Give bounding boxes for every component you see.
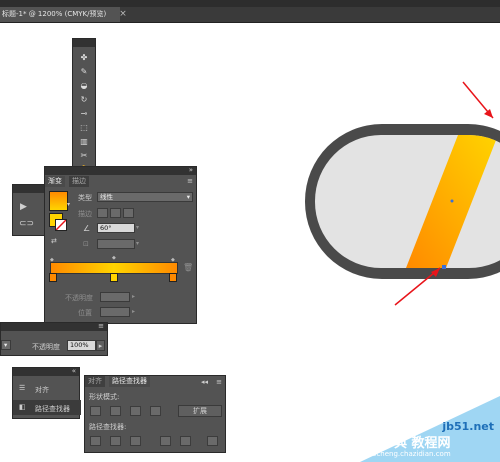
selection-handle[interactable]	[442, 265, 446, 269]
side-mini-panel-header[interactable]	[13, 185, 45, 193]
watermark: jb51.net 查字典 教程网 jiaocheng.chazidian.com	[360, 388, 500, 462]
delete-stop-icon[interactable]: 🗑	[183, 263, 193, 272]
chevron-down-icon: ▾	[186, 193, 190, 201]
type-label: 类型	[78, 194, 92, 202]
tab-align[interactable]: 对齐	[85, 376, 105, 387]
pathfinder-label: 路径查找器	[35, 405, 70, 413]
stroke-weight-dropdown[interactable]: ▾	[1, 340, 11, 350]
tab-pathfinder[interactable]: 路径查找器	[109, 376, 150, 387]
panel-menu-icon[interactable]: ≡	[98, 322, 104, 330]
outline-icon[interactable]	[180, 436, 191, 446]
opacity-input[interactable]	[100, 292, 130, 302]
opacity-input[interactable]: 100%	[67, 340, 96, 351]
control-bar-panel: ≡ ▾ 不透明度 100% ▸	[0, 322, 108, 356]
canvas-artwork	[305, 81, 500, 306]
play-icon[interactable]: ▶	[20, 202, 27, 212]
collapsed-panels: « ☰ 对齐 ◧ 路径查找器	[12, 367, 81, 419]
gradient-panel: » 渐变 描边 ≡ ▾ ⇄ 类型 线性 ▾ 描边 ∠ 60° ▾ ⊡ ▾ ◆ ◆…	[44, 166, 197, 324]
opacity-dropdown-icon[interactable]: ▸	[132, 293, 135, 300]
aspect-ratio-icon: ⊡	[83, 240, 89, 248]
trim-icon[interactable]	[110, 436, 121, 446]
slice-icon[interactable]: ✂	[78, 151, 90, 161]
crop-icon[interactable]	[160, 436, 171, 446]
location-label: 位置	[78, 309, 92, 317]
swatch-dropdown-icon[interactable]: ▾	[67, 201, 70, 208]
stroke-swatch[interactable]	[55, 219, 67, 231]
gradient-panel-header[interactable]: »	[45, 166, 196, 175]
location-dropdown-icon[interactable]: ▸	[132, 308, 135, 315]
expand-button[interactable]: 扩展	[178, 405, 222, 417]
expand-panels-icon[interactable]: «	[72, 367, 76, 375]
stroke-within-icon[interactable]	[97, 208, 108, 218]
stroke-label: 描边	[78, 210, 92, 218]
intersect-icon[interactable]	[130, 406, 141, 416]
type-select[interactable]: 线性 ▾	[97, 192, 193, 202]
link-icon[interactable]: ⊂⊃	[19, 219, 34, 229]
angle-icon: ∠	[83, 224, 91, 233]
color-stop-left[interactable]	[49, 273, 57, 282]
chart-icon[interactable]: ▥	[78, 137, 90, 147]
control-bar-header[interactable]: ≡	[1, 322, 107, 331]
tools-panel: ✤✎◒↻⊸⬚▥✂✋	[72, 38, 96, 178]
opacity-label: 不透明度	[32, 343, 60, 351]
tools-panel-header[interactable]	[73, 39, 95, 47]
close-tab-button[interactable]: ×	[118, 8, 128, 20]
pathfinders-label: 路径查找器:	[89, 423, 127, 431]
rotate-icon[interactable]: ↻	[78, 95, 90, 105]
collapse-icon[interactable]: ◂◂	[201, 378, 208, 386]
free-transform-icon[interactable]: ⬚	[78, 123, 90, 133]
stroke-across-icon[interactable]	[123, 208, 134, 218]
merge-icon[interactable]	[130, 436, 141, 446]
watermark-url: jiaocheng.chazidian.com	[364, 450, 451, 458]
align-label: 对齐	[35, 386, 49, 394]
no-stroke-icon	[55, 219, 67, 231]
panel-menu-icon[interactable]: ≡	[187, 177, 193, 185]
reverse-gradient-icon[interactable]: ⇄	[51, 237, 57, 245]
minus-back-icon[interactable]	[207, 436, 218, 446]
menu-bar	[0, 0, 500, 7]
collapse-icon[interactable]: »	[189, 166, 193, 174]
angle-dropdown-icon[interactable]: ▾	[136, 224, 139, 231]
align-panel-button[interactable]: ☰ 对齐	[13, 381, 81, 396]
angle-input[interactable]: 60°	[97, 223, 135, 233]
pathfinder-panel-button[interactable]: ◧ 路径查找器	[13, 400, 81, 415]
width-icon[interactable]: ⊸	[78, 109, 90, 119]
opacity-label: 不透明度	[65, 294, 93, 302]
shape-modes-label: 形状模式:	[89, 393, 120, 401]
panel-menu-icon[interactable]: ≡	[216, 378, 222, 386]
brush-icon[interactable]: ✎	[78, 67, 90, 77]
opacity-dropdown-button[interactable]: ▸	[96, 340, 105, 351]
collapsed-panels-header[interactable]: «	[13, 367, 79, 376]
pathfinder-icon: ◧	[19, 403, 26, 411]
color-stop-middle[interactable]	[110, 273, 118, 282]
type-value: 线性	[100, 193, 113, 201]
anchor-point[interactable]	[450, 199, 454, 203]
stroke-along-icon[interactable]	[110, 208, 121, 218]
unite-icon[interactable]	[90, 406, 101, 416]
puppet-warp-icon[interactable]: ✤	[78, 53, 90, 63]
align-icon: ☰	[19, 384, 26, 392]
aspect-ratio-input[interactable]	[97, 239, 135, 249]
gradient-swatch[interactable]	[49, 191, 68, 211]
watermark-brand: 查字典 教程网	[368, 436, 451, 451]
divide-icon[interactable]	[90, 436, 101, 446]
tab-stroke[interactable]: 描边	[69, 176, 89, 187]
side-mini-panel: ▶ ⊂⊃	[12, 184, 46, 236]
midpoint-diamond-icon[interactable]: ◆	[112, 255, 116, 261]
color-stop-right[interactable]	[169, 273, 177, 282]
location-input[interactable]	[100, 307, 130, 317]
tab-gradient[interactable]: 渐变	[45, 176, 65, 187]
exclude-icon[interactable]	[150, 406, 161, 416]
minus-front-icon[interactable]	[110, 406, 121, 416]
aspect-dropdown-icon[interactable]: ▾	[136, 240, 139, 247]
shape-builder-icon[interactable]: ◒	[78, 81, 90, 91]
pathfinder-panel: 对齐 路径查找器 ◂◂ ≡ 形状模式: 扩展 路径查找器:	[84, 375, 226, 453]
document-tab[interactable]: 标题-1* @ 1200% (CMYK/预览)	[0, 7, 120, 22]
arrow-top-head	[484, 109, 493, 118]
